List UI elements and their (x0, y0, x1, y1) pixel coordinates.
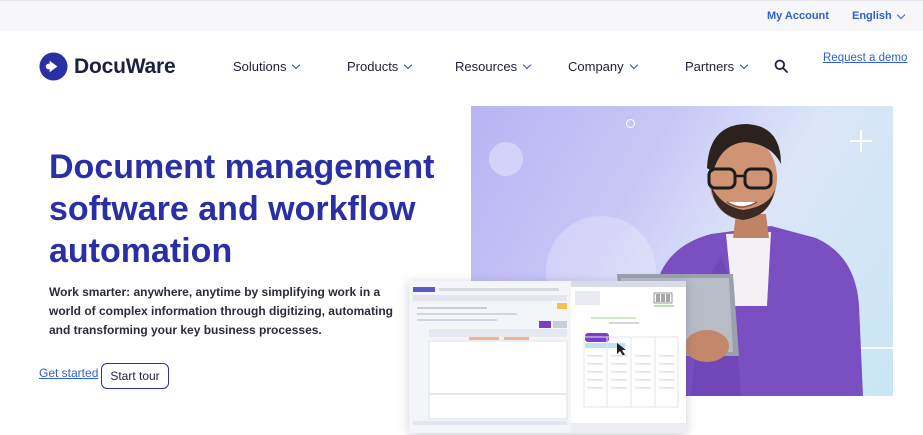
headline-line-2: software and workflow (49, 190, 416, 228)
utility-bar: My Account English (0, 0, 923, 31)
nav-products-label: Products (347, 59, 398, 74)
nav-products[interactable]: Products (347, 59, 411, 74)
hero-subtext: Work smarter: anywhere, anytime by simpl… (49, 283, 409, 340)
nav-resources[interactable]: Resources (455, 59, 530, 74)
app-screenshot-mockup (409, 281, 686, 433)
nav-solutions-label: Solutions (233, 59, 286, 74)
chevron-down-icon (896, 10, 904, 18)
request-demo-link[interactable]: Request a demo (823, 52, 907, 64)
headline-line-3: automation (49, 232, 232, 270)
my-account-label: My Account (767, 10, 829, 22)
search-icon[interactable] (774, 59, 788, 73)
hero-headline: Document management software and workflo… (49, 146, 459, 272)
app-screenshot-drawing (409, 281, 686, 433)
nav-partners-label: Partners (685, 59, 734, 74)
nav-company-label: Company (568, 59, 624, 74)
my-account-link[interactable]: My Account (767, 10, 829, 22)
docuware-logo[interactable]: DocuWare (39, 52, 175, 81)
chevron-down-icon (292, 60, 300, 68)
nav-company[interactable]: Company (568, 59, 637, 74)
get-started-link[interactable]: Get started (39, 366, 98, 380)
docuware-logo-icon (39, 52, 68, 81)
chevron-down-icon (629, 60, 637, 68)
chevron-down-icon (404, 60, 412, 68)
language-label: English (852, 10, 892, 22)
headline-line-1: Document management (49, 148, 434, 186)
start-tour-button[interactable]: Start tour (101, 363, 169, 389)
nav-partners[interactable]: Partners (685, 59, 747, 74)
nav-solutions[interactable]: Solutions (233, 59, 299, 74)
language-selector[interactable]: English (852, 10, 904, 22)
chevron-down-icon (740, 60, 748, 68)
brand-name: DocuWare (74, 55, 175, 79)
chevron-down-icon (523, 60, 531, 68)
nav-resources-label: Resources (455, 59, 517, 74)
